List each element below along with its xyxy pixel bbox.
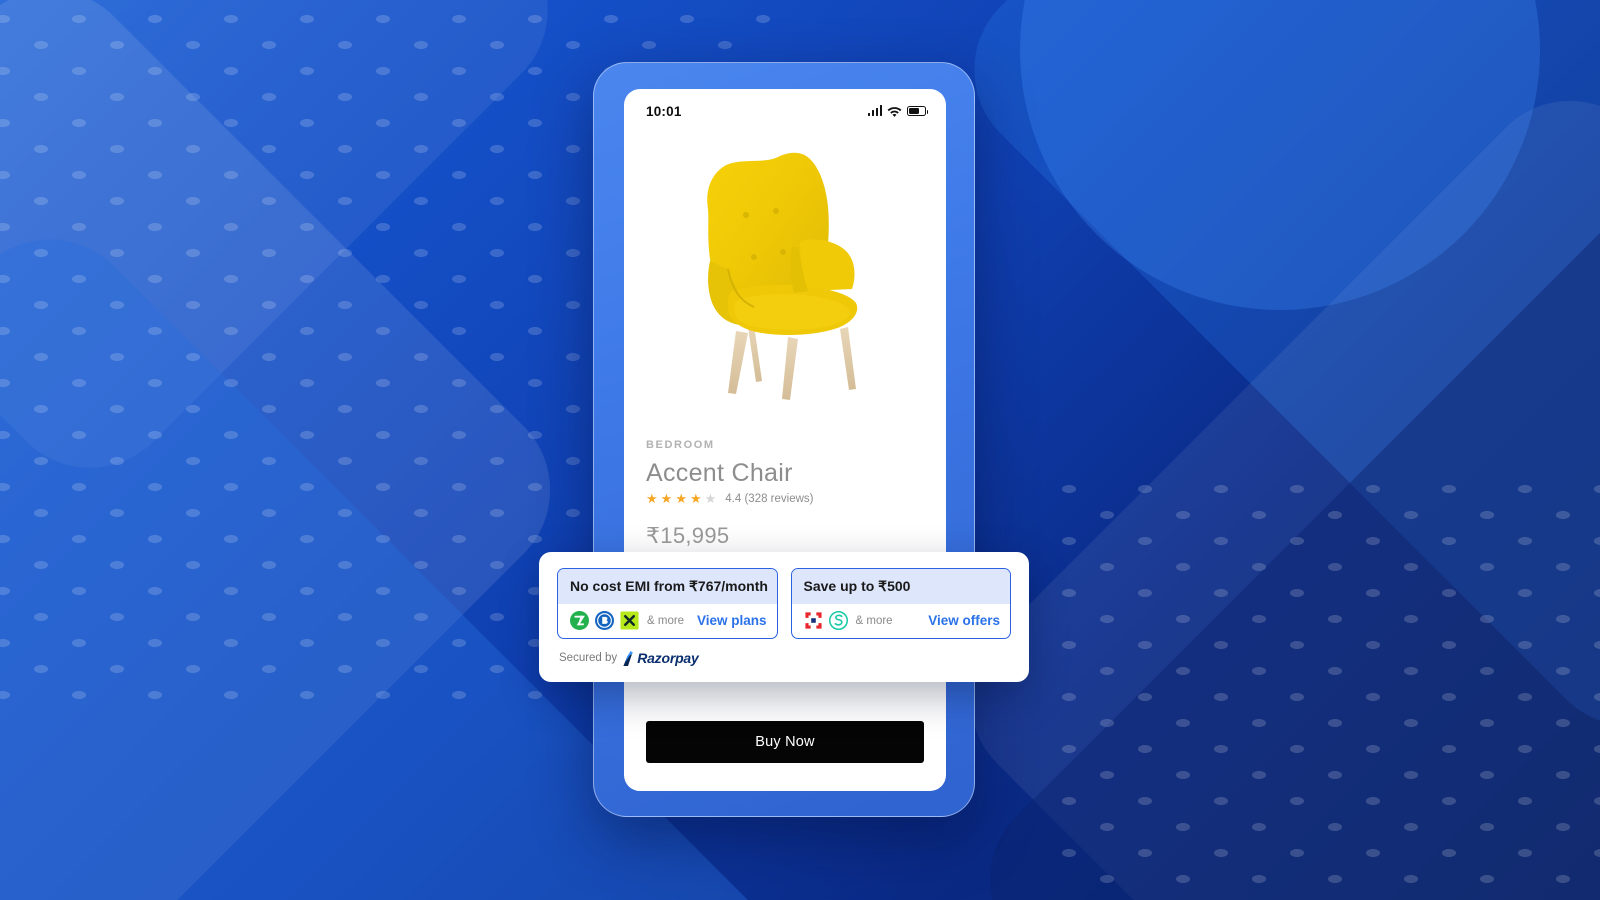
product-price: ₹15,995 — [646, 523, 730, 548]
emi-logo-list — [570, 611, 639, 630]
secured-by-label: Secured by — [559, 652, 618, 664]
emi-offer-card[interactable]: No cost EMI from ₹767/month & more View … — [557, 568, 778, 639]
offers-card[interactable]: Save up to ₹500 & more View offers — [790, 568, 1011, 639]
phone-screen: 10:01 BEDROOM Accent Chair ★ ★ ★ ★ ★ 4.4… — [624, 89, 946, 791]
status-bar: 10:01 — [624, 89, 946, 133]
offers-more-label: & more — [855, 614, 893, 627]
product-image — [624, 133, 946, 433]
offers-logo-list — [804, 611, 848, 630]
status-bar-time: 10:01 — [646, 103, 682, 119]
razorpay-affordability-widget: No cost EMI from ₹767/month & more View … — [539, 552, 1029, 682]
emi-card-body: & more View plans — [558, 604, 777, 638]
cred-icon — [620, 611, 639, 630]
buy-now-container: Buy Now — [624, 721, 946, 791]
secured-by-razorpay: Secured by Razorpay — [557, 650, 1011, 666]
offers-card-body: & more View offers — [792, 604, 1011, 638]
simpl-icon — [828, 611, 848, 630]
zestmoney-icon — [570, 611, 589, 630]
emi-card-title: No cost EMI from ₹767/month — [558, 569, 777, 604]
view-plans-link[interactable]: View plans — [697, 613, 767, 628]
offers-card-title: Save up to ₹500 — [791, 569, 1010, 604]
product-category: BEDROOM — [646, 439, 715, 451]
razorpay-logo: Razorpay — [622, 650, 699, 666]
emi-more-label: & more — [647, 614, 685, 627]
signal-icon — [867, 105, 882, 116]
product-title: Accent Chair — [646, 459, 793, 487]
bajaj-finserv-icon — [595, 611, 614, 630]
razorpay-mark-icon — [623, 650, 634, 666]
review-count-label: 4.4 (328 reviews) — [725, 492, 814, 505]
status-bar-icons — [867, 105, 929, 117]
battery-icon — [907, 106, 929, 116]
razorpay-wordmark: Razorpay — [637, 650, 699, 666]
kotak-bank-icon — [804, 612, 822, 629]
star-rating-icon: ★ ★ ★ ★ ★ — [646, 491, 717, 506]
offer-cards: No cost EMI from ₹767/month & more View … — [557, 568, 1011, 639]
product-rating: ★ ★ ★ ★ ★ 4.4 (328 reviews) — [646, 492, 924, 505]
dot-pattern-right — [1060, 480, 1600, 900]
buy-now-button[interactable]: Buy Now — [646, 721, 924, 763]
view-offers-link[interactable]: View offers — [928, 613, 1000, 628]
product-info: BEDROOM Accent Chair ★ ★ ★ ★ ★ 4.4 (328 revi… — [624, 433, 946, 549]
phone-mockup: 10:01 BEDROOM Accent Chair ★ ★ ★ ★ ★ 4.4… — [593, 62, 975, 817]
wifi-icon — [887, 106, 902, 117]
